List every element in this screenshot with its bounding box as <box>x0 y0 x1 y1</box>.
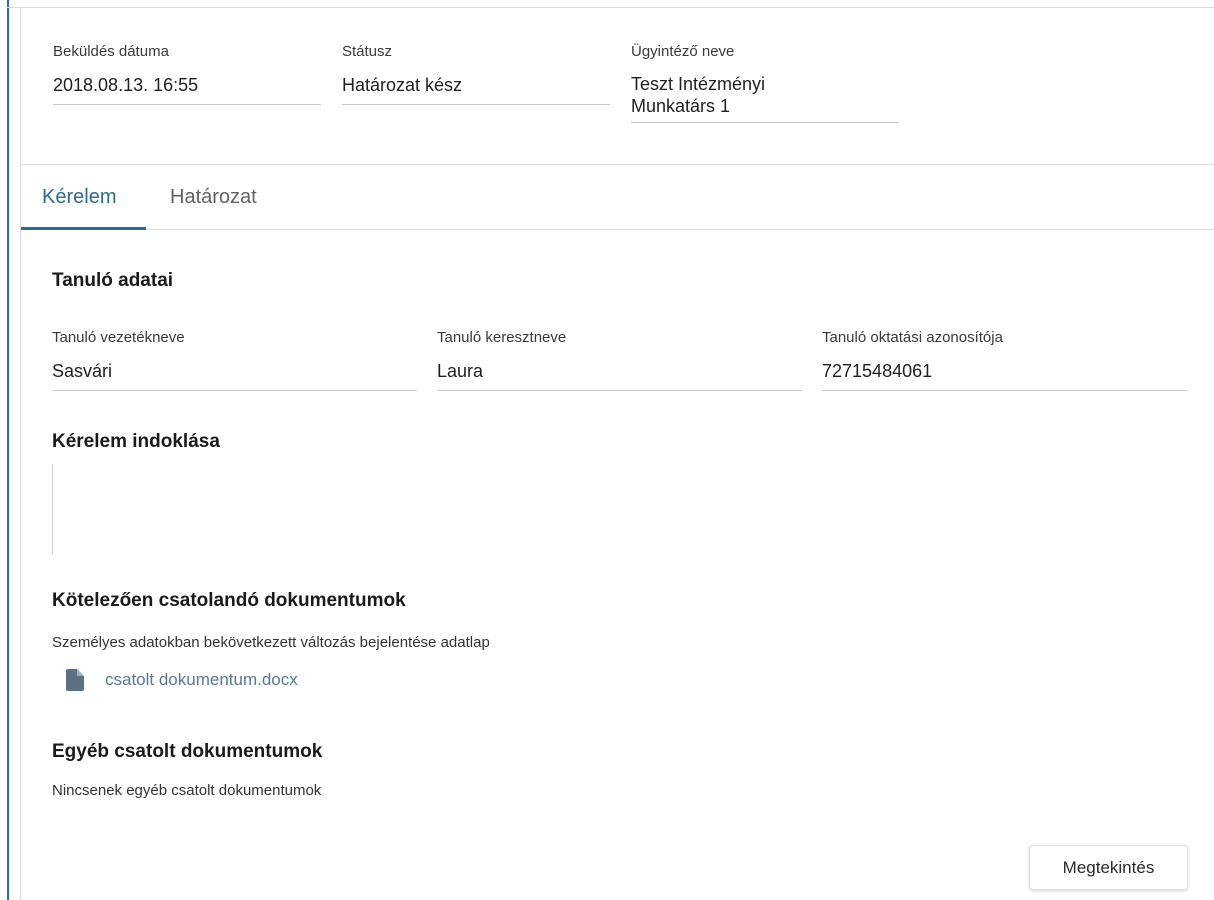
justification-textarea <box>52 464 53 554</box>
status-value: Határozat kész <box>342 75 610 105</box>
student-edu-id-label: Tanuló oktatási azonosítója <box>822 329 1003 346</box>
handler-label: Ügyintéző neve <box>631 43 735 60</box>
other-docs-title: Egyéb csatolt dokumentumok <box>52 741 323 762</box>
active-tab-indicator <box>21 227 146 230</box>
student-last-name-label: Tanuló vezetékneve <box>52 329 185 346</box>
attachment-file-name[interactable]: csatolt dokumentum.docx <box>105 670 298 690</box>
mandatory-docs-title: Kötelezően csatolandó dokumentumok <box>52 590 406 611</box>
tab-request[interactable]: Kérelem <box>42 185 116 209</box>
justification-title: Kérelem indoklása <box>52 431 220 452</box>
student-first-name-value: Laura <box>437 361 802 391</box>
submitted-date-value: 2018.08.13. 16:55 <box>53 75 321 105</box>
other-docs-empty-text: Nincsenek egyéb csatolt dokumentumok <box>52 782 322 799</box>
mandatory-doc-type: Személyes adatokban bekövetkezett változ… <box>52 634 490 651</box>
student-last-name-value: Sasvári <box>52 361 417 391</box>
status-label: Státusz <box>342 43 393 60</box>
card-border <box>20 8 21 900</box>
student-first-name-field: Tanuló keresztneve Laura <box>437 329 802 391</box>
tab-bar: Kérelem Határozat <box>21 165 1214 230</box>
file-icon <box>66 669 84 691</box>
handler-value: Teszt Intézményi Munkatárs 1 <box>631 74 766 116</box>
handler-field: Ügyintéző neve Teszt Intézményi Munkatár… <box>631 43 899 123</box>
view-button[interactable]: Megtekintés <box>1029 845 1188 890</box>
attachment-link[interactable]: csatolt dokumentum.docx <box>66 669 298 691</box>
student-edu-id-field: Tanuló oktatási azonosítója 72715484061 <box>822 329 1188 391</box>
window-frame-left <box>7 0 9 900</box>
student-first-name-label: Tanuló keresztneve <box>437 329 567 346</box>
student-last-name-field: Tanuló vezetékneve Sasvári <box>52 329 417 391</box>
handler-underline <box>631 122 899 123</box>
submitted-date-label: Beküldés dátuma <box>53 43 169 60</box>
student-edu-id-value: 72715484061 <box>822 361 1188 391</box>
tab-decision[interactable]: Határozat <box>170 185 257 209</box>
window-frame-top <box>7 7 1214 8</box>
status-field: Státusz Határozat kész <box>342 43 610 105</box>
student-section-title: Tanuló adatai <box>52 270 174 291</box>
submitted-date-field: Beküldés dátuma 2018.08.13. 16:55 <box>53 43 321 105</box>
